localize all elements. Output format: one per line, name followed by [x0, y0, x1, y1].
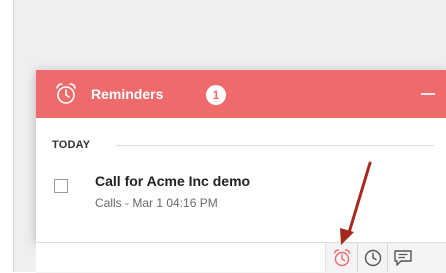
reminder-meta: Calls - Mar 1 04:16 PM [95, 196, 218, 210]
history-button[interactable] [357, 243, 387, 272]
chat-icon [393, 249, 412, 266]
alarm-clock-icon [56, 83, 76, 104]
clock-icon [364, 249, 381, 266]
section-today-title: TODAY [52, 139, 91, 151]
reminders-panel: Reminders 1 TODAY Call for Acme Inc demo… [36, 70, 446, 242]
panel-title: Reminders [91, 86, 164, 102]
reminders-button[interactable] [327, 243, 357, 272]
section-divider [116, 145, 434, 146]
reminder-title[interactable]: Call for Acme Inc demo [95, 173, 250, 189]
bottom-toolbar [36, 242, 446, 273]
alarm-clock-icon [333, 248, 351, 266]
chat-button[interactable] [387, 243, 417, 272]
reminder-checkbox[interactable] [54, 179, 68, 193]
reminders-header[interactable]: Reminders 1 [36, 70, 446, 118]
toolbar-blank-area [36, 243, 326, 272]
minimize-icon[interactable] [421, 93, 435, 95]
reminder-count-badge: 1 [206, 85, 226, 105]
